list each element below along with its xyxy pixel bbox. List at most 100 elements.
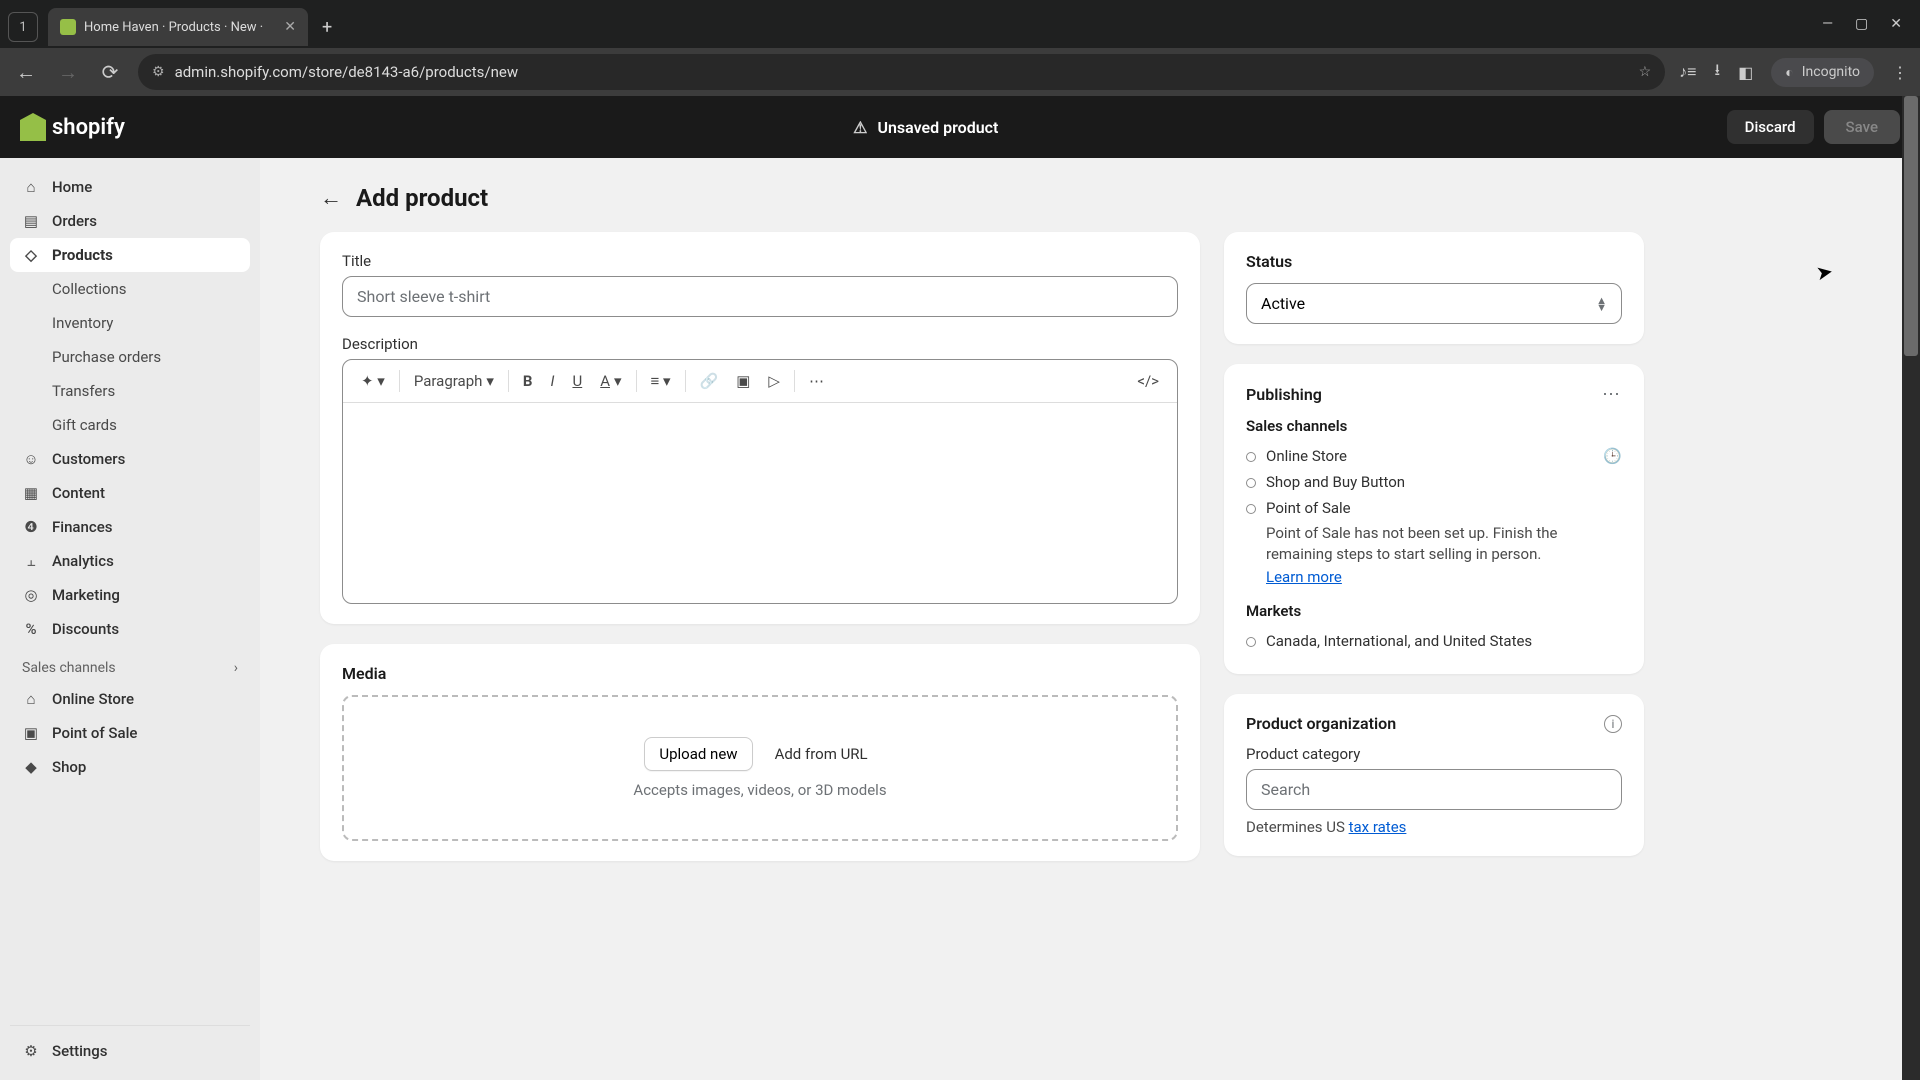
status-dot-icon [1246, 504, 1256, 514]
video-button[interactable]: ▷ [760, 366, 788, 396]
description-label: Description [342, 335, 1178, 353]
chrome-menu-icon[interactable]: ⋮ [1892, 63, 1908, 82]
tax-rates-link[interactable]: tax rates [1349, 818, 1407, 836]
nav-inventory[interactable]: Inventory [10, 306, 250, 340]
italic-button[interactable]: I [543, 366, 563, 396]
markets-row: Canada, International, and United States [1246, 628, 1622, 654]
select-arrows-icon: ▲▼ [1596, 297, 1607, 311]
status-select[interactable]: Active ▲▼ [1246, 283, 1622, 324]
media-dropzone[interactable]: Upload new Add from URL Accepts images, … [342, 695, 1178, 841]
bookmark-star-icon[interactable]: ☆ [1639, 64, 1652, 80]
incognito-label: Incognito [1802, 64, 1860, 80]
nav-analytics[interactable]: ⫠Analytics [10, 544, 250, 578]
add-from-url-button[interactable]: Add from URL [767, 737, 876, 771]
chevron-right-icon[interactable]: › [234, 660, 238, 676]
marketing-icon: ◎ [22, 586, 40, 604]
status-dot-icon [1246, 478, 1256, 488]
nav-marketing[interactable]: ◎Marketing [10, 578, 250, 612]
publishing-menu-button[interactable]: ⋯ [1602, 384, 1622, 405]
channel-pos: Point of Sale [1246, 495, 1622, 521]
media-heading: Media [342, 664, 1178, 683]
analytics-icon: ⫠ [22, 552, 40, 570]
publishing-heading: Publishing [1246, 385, 1322, 404]
maximize-icon[interactable]: ▢ [1855, 16, 1868, 32]
store-icon: ⌂ [22, 690, 40, 708]
bold-button[interactable]: B [515, 366, 541, 396]
tab-title: Home Haven · Products · New · [84, 20, 263, 35]
shopify-favicon [60, 19, 76, 35]
image-button[interactable]: ▣ [728, 366, 758, 396]
nav-purchase-orders[interactable]: Purchase orders [10, 340, 250, 374]
organization-card: Product organization i Product category … [1224, 694, 1644, 856]
tab-search-button[interactable]: 1 [8, 12, 38, 42]
finances-icon: ❹ [22, 518, 40, 536]
nav-shop[interactable]: ◆Shop [10, 750, 250, 784]
side-panel-icon[interactable]: ◧ [1738, 63, 1753, 82]
close-tab-icon[interactable]: ✕ [284, 19, 296, 35]
minimize-icon[interactable]: — [1822, 16, 1833, 32]
back-button[interactable]: ← [12, 60, 40, 85]
downloads-icon[interactable]: ⭳ [1715, 59, 1721, 86]
status-dot-icon [1246, 452, 1256, 462]
description-editor: ✦ ▾ Paragraph ▾ B I U A ▾ ≡ ▾ [342, 359, 1178, 604]
nav-finances[interactable]: ❹Finances [10, 510, 250, 544]
tab-count: 1 [19, 20, 26, 35]
text-color-button[interactable]: A ▾ [592, 366, 629, 396]
schedule-icon[interactable]: 🕒 [1603, 447, 1622, 465]
nav-orders[interactable]: ▤Orders [10, 204, 250, 238]
media-control-icon[interactable]: ♪≡ [1679, 62, 1696, 82]
url-text: admin.shopify.com/store/de8143-a6/produc… [175, 63, 519, 81]
nav-gift-cards[interactable]: Gift cards [10, 408, 250, 442]
nav-online-store[interactable]: ⌂Online Store [10, 682, 250, 716]
forward-button[interactable]: → [54, 60, 82, 85]
orders-icon: ▤ [22, 212, 40, 230]
title-input[interactable] [342, 276, 1178, 317]
save-button[interactable]: Save [1824, 110, 1900, 144]
underline-button[interactable]: U [564, 366, 590, 396]
nav-settings[interactable]: ⚙Settings [10, 1034, 250, 1068]
new-tab-button[interactable]: + [312, 13, 342, 42]
nav-transfers[interactable]: Transfers [10, 374, 250, 408]
shopify-logo[interactable]: shopify [20, 113, 125, 141]
category-search-input[interactable] [1246, 769, 1622, 810]
align-button[interactable]: ≡ ▾ [643, 366, 679, 396]
scrollbar-track[interactable] [1902, 96, 1920, 1080]
warning-icon: ⚠ [853, 118, 867, 137]
address-bar[interactable]: ⚙ admin.shopify.com/store/de8143-a6/prod… [138, 54, 1665, 90]
discard-button[interactable]: Discard [1727, 110, 1814, 144]
nav-products[interactable]: ◇Products [10, 238, 250, 272]
paragraph-style-select[interactable]: Paragraph ▾ [406, 366, 502, 396]
status-card: Status Active ▲▼ [1224, 232, 1644, 344]
media-card: Media Upload new Add from URL Accepts im… [320, 644, 1200, 861]
html-view-button[interactable]: </> [1129, 366, 1167, 396]
description-textarea[interactable] [343, 403, 1177, 603]
customers-icon: ☺ [22, 450, 40, 468]
gear-icon: ⚙ [22, 1042, 40, 1060]
ai-generate-button[interactable]: ✦ ▾ [353, 366, 393, 396]
title-label: Title [342, 252, 1178, 270]
reload-button[interactable]: ⟳ [96, 60, 124, 84]
link-button[interactable]: 🔗 [692, 366, 727, 396]
close-window-icon[interactable]: ✕ [1890, 16, 1902, 32]
scrollbar-thumb[interactable] [1904, 96, 1918, 356]
content-icon: ▦ [22, 484, 40, 502]
more-formatting-button[interactable]: ⋯ [801, 366, 832, 396]
nav-home[interactable]: ⌂Home [10, 170, 250, 204]
nav-collections[interactable]: Collections [10, 272, 250, 306]
status-dot-icon [1246, 637, 1256, 647]
back-arrow-button[interactable]: ← [320, 185, 342, 211]
info-icon[interactable]: i [1604, 715, 1622, 733]
category-label: Product category [1246, 745, 1622, 763]
site-settings-icon[interactable]: ⚙ [152, 64, 165, 80]
nav-discounts[interactable]: %Discounts [10, 612, 250, 646]
nav-content[interactable]: ▦Content [10, 476, 250, 510]
learn-more-link[interactable]: Learn more [1266, 568, 1342, 586]
nav-customers[interactable]: ☺Customers [10, 442, 250, 476]
upload-new-button[interactable]: Upload new [644, 737, 752, 771]
incognito-badge[interactable]: ◐ Incognito [1771, 58, 1874, 87]
browser-tab[interactable]: Home Haven · Products · New · ✕ [48, 8, 308, 46]
media-hint: Accepts images, videos, or 3D models [384, 781, 1136, 799]
markets-heading: Markets [1246, 602, 1622, 620]
pos-note: Point of Sale has not been set up. Finis… [1246, 523, 1622, 565]
nav-pos[interactable]: ▣Point of Sale [10, 716, 250, 750]
